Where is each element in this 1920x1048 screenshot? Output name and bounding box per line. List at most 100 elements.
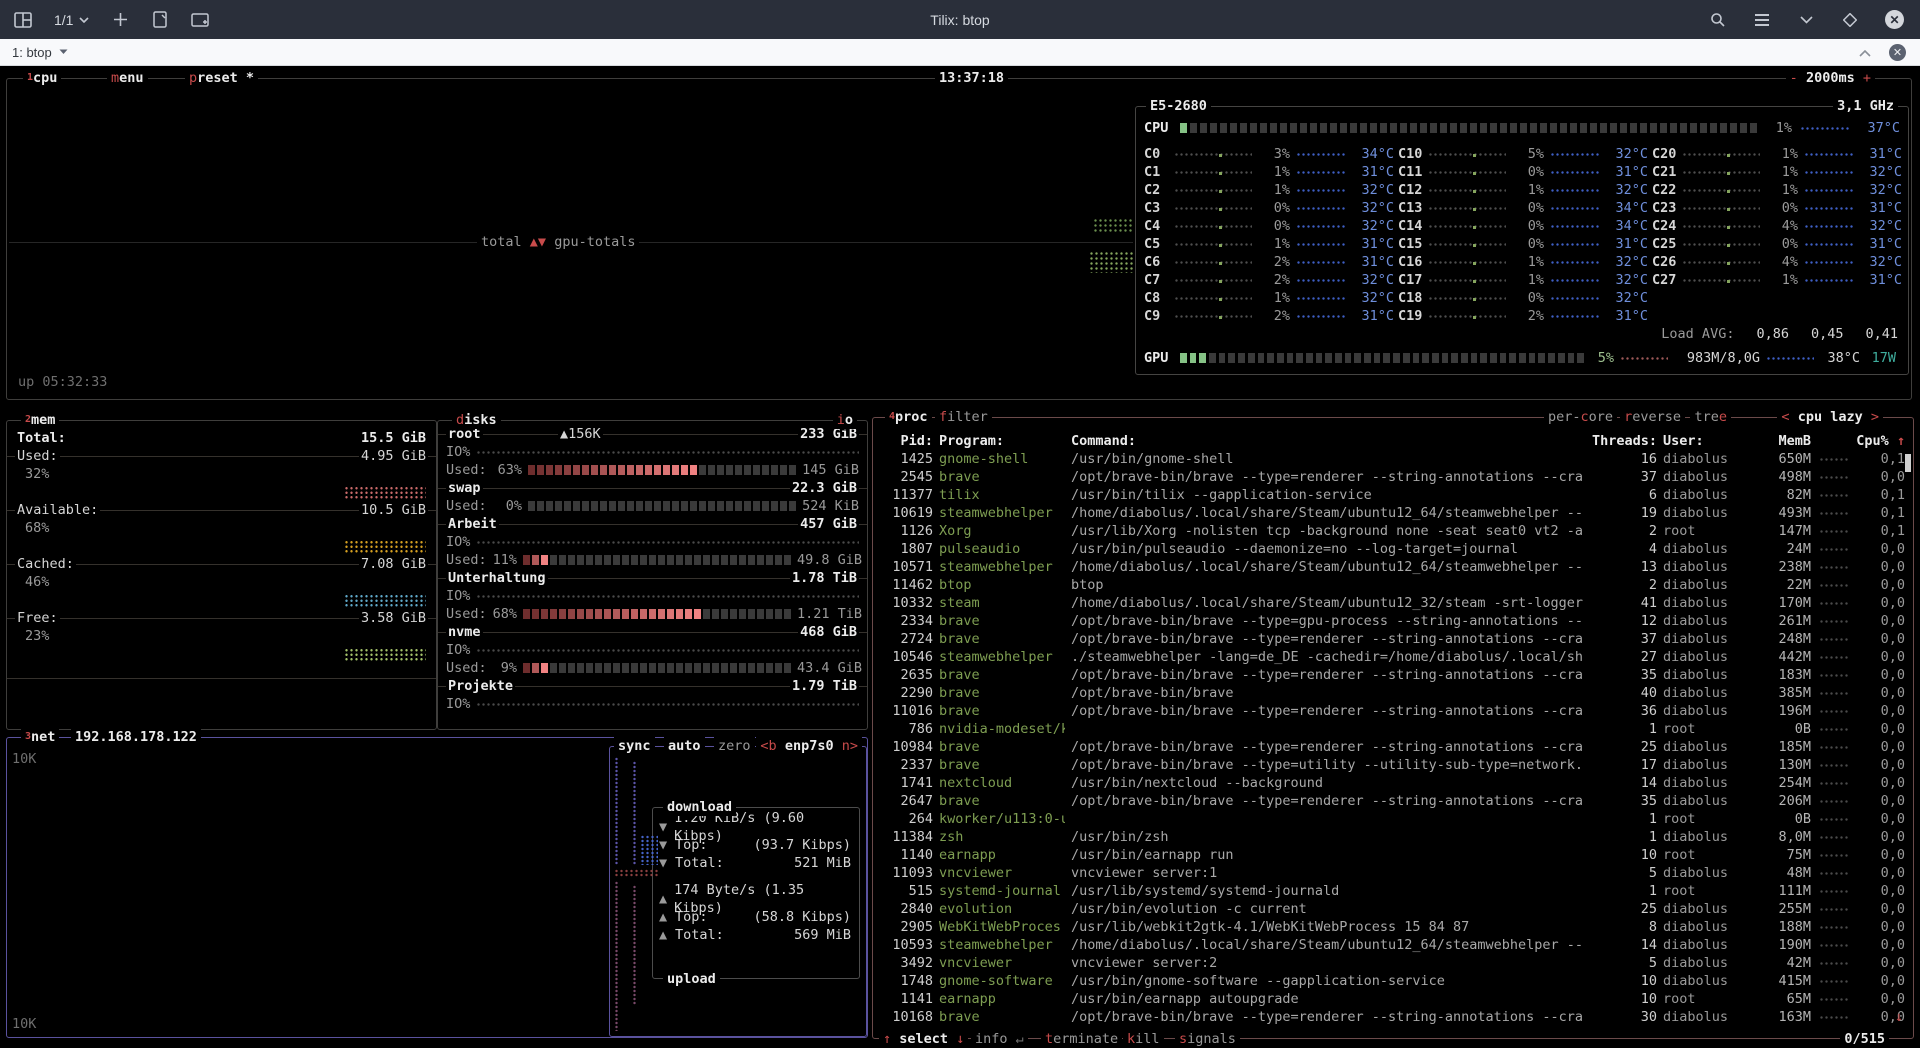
core-row: C105%32°C bbox=[1398, 145, 1646, 163]
gpu-graph bbox=[1089, 251, 1133, 273]
disks-io-toggle[interactable]: io bbox=[833, 411, 857, 429]
signals-control[interactable]: signals bbox=[1175, 1030, 1240, 1048]
window-close-button[interactable]: ✕ bbox=[1885, 10, 1904, 29]
core-row: C30%32°C bbox=[1144, 199, 1392, 217]
terminate-control[interactable]: terminate bbox=[1041, 1030, 1122, 1048]
scrollbar-thumb[interactable] bbox=[1905, 454, 1911, 472]
preset-button[interactable]: preset * bbox=[185, 69, 258, 87]
core-row: C72%32°C bbox=[1144, 271, 1392, 289]
upload-graph bbox=[614, 881, 619, 1031]
disk-entries: root▲156K233 GiBIO%Used:63%145 GiBswap22… bbox=[438, 421, 867, 713]
core-row: C221%32°C bbox=[1652, 181, 1900, 199]
menu-button[interactable]: menu bbox=[107, 69, 148, 87]
process-row[interactable]: 11093vncviewervncviewer server:15diabolu… bbox=[873, 864, 1913, 882]
terminal-selector[interactable]: 1/1 bbox=[54, 12, 89, 28]
new-terminal-button[interactable] bbox=[111, 11, 129, 29]
chevron-down-icon[interactable] bbox=[1797, 11, 1815, 29]
net-box: 3net 192.168.178.122 10K 10K sync auto z… bbox=[6, 737, 868, 1038]
core-row: C92%31°C bbox=[1144, 307, 1392, 325]
mem-box-title[interactable]: 2mem bbox=[21, 411, 59, 429]
session-panes-icon[interactable] bbox=[14, 11, 32, 29]
mem-divider bbox=[7, 678, 436, 679]
net-box-title[interactable]: 3net bbox=[21, 728, 59, 746]
core-row: C51%31°C bbox=[1144, 235, 1392, 253]
process-row[interactable]: 3492vncviewervncviewer server:25diabolus… bbox=[873, 954, 1913, 972]
process-row[interactable]: 786nvidia-modeset/k1root0B0,0 bbox=[873, 720, 1913, 738]
filter-button[interactable]: filter bbox=[935, 408, 992, 426]
session-sidebar-icon[interactable] bbox=[1841, 11, 1859, 29]
select-control[interactable]: ↑ select ↓ bbox=[879, 1030, 968, 1048]
process-row[interactable]: 515systemd-journal/usr/lib/systemd/syste… bbox=[873, 882, 1913, 900]
tab-close-button[interactable]: ✕ bbox=[1889, 44, 1906, 61]
process-row[interactable]: 10571steamwebhelper/home/diabolus/.local… bbox=[873, 558, 1913, 576]
net-sync-button[interactable]: sync bbox=[614, 737, 655, 755]
process-row[interactable]: 10168brave/opt/brave-bin/brave --type=re… bbox=[873, 1008, 1913, 1026]
proc-header-row: Pid: Program: Command: Threads: User: Me… bbox=[873, 432, 1913, 450]
sort-selector[interactable]: < cpu lazy > bbox=[1777, 408, 1883, 426]
cpu-box-title[interactable]: 1cpu bbox=[23, 69, 61, 87]
process-row[interactable]: 2905WebKitWebProces/usr/lib/webkit2gtk-4… bbox=[873, 918, 1913, 936]
core-column-1: C03%34°CC11%31°CC21%32°CC30%32°CC40%32°C… bbox=[1144, 145, 1392, 325]
process-row[interactable]: 2635brave/opt/brave-bin/brave --type=ren… bbox=[873, 666, 1913, 684]
process-row[interactable]: 1126Xorg/usr/lib/Xorg -nolisten tcp -bac… bbox=[873, 522, 1913, 540]
hamburger-menu-icon[interactable] bbox=[1753, 11, 1771, 29]
paste-icon[interactable] bbox=[151, 11, 169, 29]
process-row[interactable]: 2545brave/opt/brave-bin/brave --type=ren… bbox=[873, 468, 1913, 486]
disks-box-title[interactable]: disks bbox=[452, 411, 501, 429]
process-row[interactable]: 1141earnapp/usr/bin/earnapp autoupgrade1… bbox=[873, 990, 1913, 1008]
process-row[interactable]: 264kworker/u113:0-u1root0B0,0 bbox=[873, 810, 1913, 828]
process-row[interactable]: 10332steam/home/diabolus/.local/share/St… bbox=[873, 594, 1913, 612]
process-row[interactable]: 11377tilix/usr/bin/tilix --gapplication-… bbox=[873, 486, 1913, 504]
core-row: C03%34°C bbox=[1144, 145, 1392, 163]
process-row[interactable]: 2337brave/opt/brave-bin/brave --type=uti… bbox=[873, 756, 1913, 774]
process-row[interactable]: 1807pulseaudio/usr/bin/pulseaudio --daem… bbox=[873, 540, 1913, 558]
process-row[interactable]: 11384zsh/usr/bin/zsh1diabolus8,0M0,0 bbox=[873, 828, 1913, 846]
disk-entry: Unterhaltung1.78 TiBIO%Used:68%1.21 TiB bbox=[438, 569, 867, 623]
interval-decrease-button[interactable]: - bbox=[1790, 70, 1798, 86]
process-row[interactable]: 11016brave/opt/brave-bin/brave --type=re… bbox=[873, 702, 1913, 720]
process-row[interactable]: 2840evolution/usr/bin/evolution -c curre… bbox=[873, 900, 1913, 918]
kill-control[interactable]: kill bbox=[1123, 1030, 1164, 1048]
cpu-sort-column[interactable]: Cpu% ↑ bbox=[1855, 432, 1905, 450]
core-row: C250%31°C bbox=[1652, 235, 1900, 253]
cpu-graph bbox=[1093, 218, 1133, 232]
proc-box-title[interactable]: 4proc bbox=[885, 408, 932, 426]
net-auto-button[interactable]: auto bbox=[664, 737, 705, 755]
collapse-icon[interactable] bbox=[1859, 45, 1871, 60]
process-row[interactable]: 2647brave/opt/brave-bin/brave --type=ren… bbox=[873, 792, 1913, 810]
process-row[interactable]: 2290brave/opt/brave-bin/brave40diabolus3… bbox=[873, 684, 1913, 702]
process-row[interactable]: 10984brave/opt/brave-bin/brave --type=re… bbox=[873, 738, 1913, 756]
core-row: C110%31°C bbox=[1398, 163, 1646, 181]
process-row[interactable]: 2334brave/opt/brave-bin/brave --type=gpu… bbox=[873, 612, 1913, 630]
tab-label: 1: btop bbox=[12, 45, 52, 60]
graph-mode-toggle[interactable]: total ▲▼ gpu-totals bbox=[477, 233, 639, 251]
core-row: C161%32°C bbox=[1398, 253, 1646, 271]
net-interface-selector[interactable]: <b enp7s0 n> bbox=[756, 737, 862, 755]
process-row[interactable]: 2724brave/opt/brave-bin/brave --type=ren… bbox=[873, 630, 1913, 648]
process-row[interactable]: 1425gnome-shell/usr/bin/gnome-shell16dia… bbox=[873, 450, 1913, 468]
process-row[interactable]: 11462btopbtop2diabolus22M0,0 bbox=[873, 576, 1913, 594]
scroll-down-indicator[interactable]: ↓ bbox=[1895, 1008, 1903, 1026]
tab-btop[interactable]: 1: btop bbox=[0, 45, 68, 60]
tree-toggle[interactable]: tree bbox=[1690, 408, 1731, 426]
search-icon[interactable] bbox=[1709, 11, 1727, 29]
process-row[interactable]: 1140earnapp/usr/bin/earnapp run10root75M… bbox=[873, 846, 1913, 864]
interval-increase-button[interactable]: + bbox=[1863, 70, 1871, 86]
per-core-toggle[interactable]: per-core bbox=[1544, 408, 1617, 426]
core-row: C230%31°C bbox=[1652, 199, 1900, 217]
process-row[interactable]: 10546steamwebhelper./steamwebhelper -lan… bbox=[873, 648, 1913, 666]
process-row[interactable]: 1748gnome-software/usr/bin/gnome-softwar… bbox=[873, 972, 1913, 990]
reverse-toggle[interactable]: reverse bbox=[1620, 408, 1685, 426]
process-row[interactable]: 10619steamwebhelper/home/diabolus/.local… bbox=[873, 504, 1913, 522]
process-row[interactable]: 1741nextcloud/usr/bin/nextcloud --backgr… bbox=[873, 774, 1913, 792]
proc-box: 4proc filter per-core reverse tree < cpu… bbox=[872, 417, 1914, 1039]
tab-bar: 1: btop ✕ bbox=[0, 39, 1920, 66]
process-row[interactable]: 10593steamwebhelper/home/diabolus/.local… bbox=[873, 936, 1913, 954]
info-control[interactable]: info ↵ bbox=[971, 1030, 1028, 1048]
gpu-row: GPU 5% 983M/8,0G 38°C 17W bbox=[1144, 349, 1900, 367]
update-interval: - 2000ms + bbox=[1786, 69, 1875, 87]
core-row: C271%31°C bbox=[1652, 271, 1900, 289]
new-window-icon[interactable] bbox=[191, 11, 209, 29]
core-row: C21%32°C bbox=[1144, 181, 1392, 199]
net-zero-button[interactable]: zero bbox=[714, 737, 755, 755]
